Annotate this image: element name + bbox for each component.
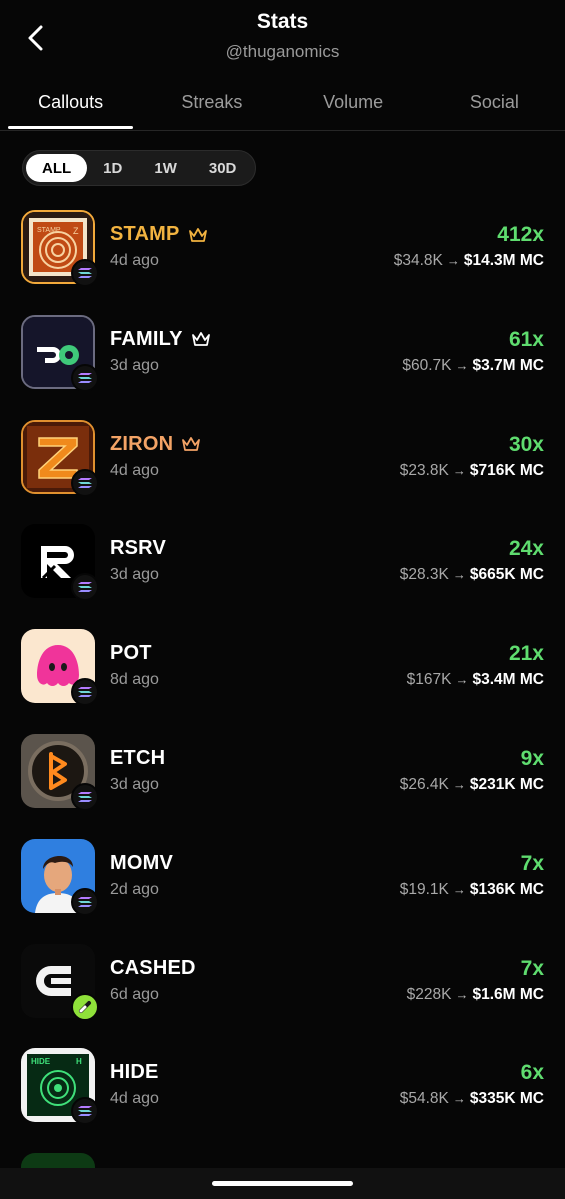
tab-callouts[interactable]: Callouts xyxy=(0,78,141,130)
call-age: 4d ago xyxy=(110,1090,159,1108)
callout-row[interactable]: RSRV 3d ago 24x $28.3K → $665K MC xyxy=(0,509,565,614)
market-cap-change: $26.4K → $231K MC xyxy=(399,775,544,793)
solana-icon xyxy=(71,468,99,497)
multiple: 24x xyxy=(508,537,544,561)
call-age: 6d ago xyxy=(110,985,159,1003)
call-age: 3d ago xyxy=(110,356,159,374)
tab-volume[interactable]: Volume xyxy=(283,78,424,130)
multiple: 7x xyxy=(520,851,544,875)
solana-icon xyxy=(71,363,99,392)
tab-streaks[interactable]: Streaks xyxy=(141,78,282,130)
arrow-right-icon: → xyxy=(452,776,466,792)
filter-1w[interactable]: 1W xyxy=(138,154,193,182)
multiple: 412x xyxy=(497,223,544,246)
callout-row[interactable]: ETCH 3d ago 9x $26.4K → $231K MC xyxy=(0,719,565,824)
market-cap-change: $167K → $3.4M MC xyxy=(406,671,544,689)
arrow-right-icon: → xyxy=(455,357,469,373)
arrow-right-icon: → xyxy=(452,881,466,897)
filter-30d[interactable]: 30D xyxy=(193,154,253,182)
svg-text:Z: Z xyxy=(73,226,79,236)
solana-icon xyxy=(71,782,99,811)
pump-icon xyxy=(71,992,99,1021)
crown-icon xyxy=(188,227,207,242)
callout-row[interactable]: HIDE H HIDE 4d ago 6x $54.8K → $335K MC xyxy=(0,1033,565,1138)
callout-row[interactable]: CASHED 6d ago 7x $228K → $1.6M MC xyxy=(0,929,565,1034)
solana-icon xyxy=(71,678,99,707)
arrow-right-icon: → xyxy=(452,1091,466,1107)
page-title: Stats xyxy=(256,10,309,33)
call-age: 4d ago xyxy=(110,252,159,269)
crown-icon xyxy=(182,437,201,451)
call-age: 3d ago xyxy=(110,566,159,584)
market-cap-change: $228K → $1.6M MC xyxy=(406,985,544,1003)
user-handle: @thuganomics xyxy=(225,42,340,61)
filter-1d[interactable]: 1D xyxy=(87,154,138,182)
arrow-right-icon: → xyxy=(446,253,460,268)
arrow-right-icon: → xyxy=(455,672,469,688)
market-cap-change: $19.1K → $136K MC xyxy=(399,880,544,898)
svg-text:HIDE: HIDE xyxy=(31,1057,51,1066)
solana-icon xyxy=(71,259,99,287)
solana-icon xyxy=(71,1097,99,1126)
arrow-right-icon: → xyxy=(452,567,466,583)
svg-text:STAMP: STAMP xyxy=(37,227,61,234)
market-cap-change: $28.3K → $665K MC xyxy=(399,566,544,584)
callout-row[interactable]: MOMV 2d ago 7x $19.1K → $136K MC xyxy=(0,824,565,929)
solana-icon xyxy=(71,887,99,916)
token-name: ZIRON xyxy=(110,432,174,455)
svg-text:H: H xyxy=(76,1057,82,1066)
token-name: MOMV xyxy=(110,851,174,874)
token-name: RSRV xyxy=(110,537,167,560)
token-name: FAMILY xyxy=(110,327,183,350)
stats-screen: Stats @thuganomics Callouts Streaks Volu… xyxy=(0,0,565,1199)
callout-list: STAMP Z STAMP 4d ago 412x $34.8K → $14.3M … xyxy=(0,195,565,1138)
callout-row[interactable]: POT 8d ago 21x $167K → $3.4M MC xyxy=(0,614,565,719)
multiple: 21x xyxy=(508,642,544,666)
call-age: 4d ago xyxy=(110,461,159,479)
multiple: 9x xyxy=(520,746,544,770)
callout-row[interactable]: STAMP Z STAMP 4d ago 412x $34.8K → $14.3M … xyxy=(0,195,565,300)
market-cap-change: $34.8K → $14.3M MC xyxy=(393,252,544,269)
multiple: 7x xyxy=(520,956,544,980)
crown-icon xyxy=(191,332,210,347)
arrow-right-icon: → xyxy=(452,462,466,478)
token-name: POT xyxy=(110,642,152,665)
token-name: ETCH xyxy=(110,746,166,769)
header: Stats @thuganomics xyxy=(0,0,565,76)
solana-icon xyxy=(71,573,99,602)
market-cap-change: $54.8K → $335K MC xyxy=(399,1090,544,1108)
arrow-right-icon: → xyxy=(455,986,469,1002)
market-cap-change: $23.8K → $716K MC xyxy=(399,461,544,479)
multiple: 6x xyxy=(520,1061,544,1085)
filter-all[interactable]: ALL xyxy=(26,154,88,182)
multiple: 30x xyxy=(508,432,544,456)
home-indicator[interactable] xyxy=(212,1181,353,1186)
call-age: 8d ago xyxy=(110,671,159,689)
token-name: STAMP xyxy=(110,223,180,245)
token-name: CASHED xyxy=(110,956,196,979)
callout-row[interactable]: ZIRON 4d ago 30x $23.8K → $716K MC xyxy=(0,405,565,510)
stats-tabs: Callouts Streaks Volume Social xyxy=(0,78,565,131)
tab-social[interactable]: Social xyxy=(424,78,565,130)
call-age: 3d ago xyxy=(110,775,159,793)
multiple: 61x xyxy=(508,327,544,351)
token-name: HIDE xyxy=(110,1061,159,1084)
time-filter: ALL 1D 1W 30D xyxy=(22,150,257,186)
market-cap-change: $60.7K → $3.7M MC xyxy=(402,356,544,374)
call-age: 2d ago xyxy=(110,880,159,898)
callout-row[interactable]: FAMILY 3d ago 61x $60.7K → $3.7M MC xyxy=(0,300,565,405)
